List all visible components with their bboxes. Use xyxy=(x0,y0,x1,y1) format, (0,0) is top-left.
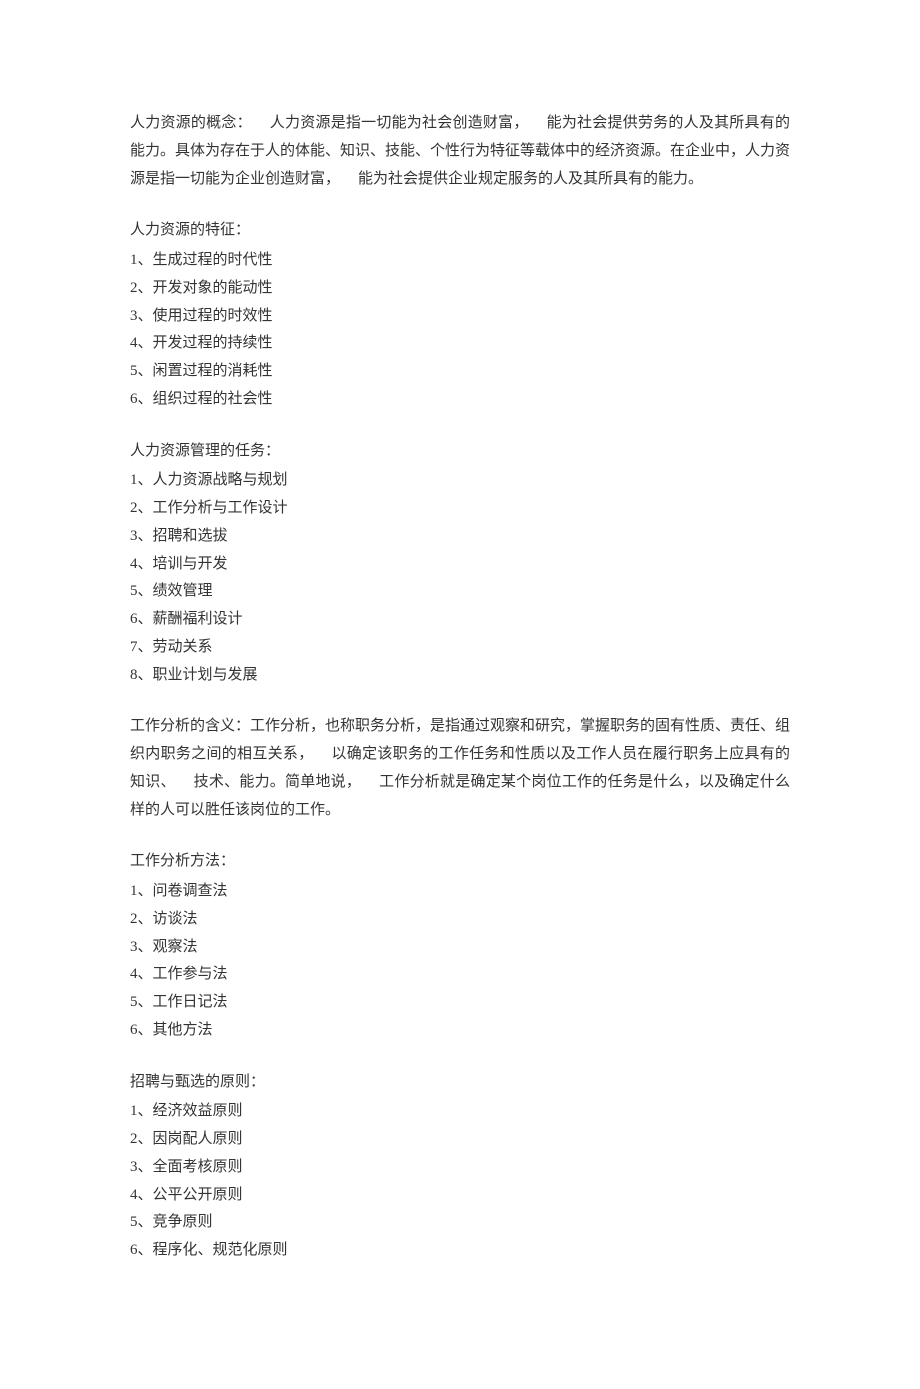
paragraph: 人力资源的概念：人力资源是指一切能为社会创造财富，能为社会提供劳务的人及其所具有… xyxy=(130,110,790,193)
list-item: 4、工作参与法 xyxy=(130,961,790,989)
text-run: 技术、能力。简单地说， xyxy=(194,774,361,790)
list-item: 3、招聘和选拔 xyxy=(130,523,790,551)
list-item: 8、职业计划与发展 xyxy=(130,662,790,690)
list-item: 7、劳动关系 xyxy=(130,634,790,662)
list-item: 5、工作日记法 xyxy=(130,989,790,1017)
list-item: 4、公平公开原则 xyxy=(130,1182,790,1210)
list-item: 2、因岗配人原则 xyxy=(130,1126,790,1154)
section: 人力资源管理的任务：1、人力资源战略与规划2、工作分析与工作设计3、招聘和选拔4… xyxy=(130,438,790,690)
list-item: 5、竞争原则 xyxy=(130,1209,790,1237)
list-item: 6、薪酬福利设计 xyxy=(130,606,790,634)
list-item: 3、使用过程的时效性 xyxy=(130,303,790,331)
list-item: 6、组织过程的社会性 xyxy=(130,386,790,414)
section: 工作分析方法：1、问卷调查法2、访谈法3、观察法4、工作参与法5、工作日记法6、… xyxy=(130,848,790,1044)
list-item: 1、经济效益原则 xyxy=(130,1098,790,1126)
text-run: 人力资源的概念： xyxy=(130,115,252,131)
section: 人力资源的概念：人力资源是指一切能为社会创造财富，能为社会提供劳务的人及其所具有… xyxy=(130,110,790,193)
section: 招聘与甄选的原则：1、经济效益原则2、因岗配人原则3、全面考核原则4、公平公开原… xyxy=(130,1069,790,1265)
list-item: 2、访谈法 xyxy=(130,906,790,934)
list-item: 1、问卷调查法 xyxy=(130,878,790,906)
text-run: 人力资源是指一切能为社会创造财富， xyxy=(270,115,529,131)
list-item: 6、程序化、规范化原则 xyxy=(130,1237,790,1265)
list-item: 3、观察法 xyxy=(130,934,790,962)
list-item: 5、闲置过程的消耗性 xyxy=(130,358,790,386)
list-item: 6、其他方法 xyxy=(130,1017,790,1045)
section: 工作分析的含义：工作分析，也称职务分析，是指通过观察和研究，掌握职务的固有性质、… xyxy=(130,713,790,824)
list-item: 3、全面考核原则 xyxy=(130,1154,790,1182)
list-heading: 招聘与甄选的原则： xyxy=(130,1069,790,1097)
list-item: 4、开发过程的持续性 xyxy=(130,330,790,358)
section: 人力资源的特征：1、生成过程的时代性2、开发对象的能动性3、使用过程的时效性4、… xyxy=(130,217,790,413)
list-heading: 人力资源管理的任务： xyxy=(130,438,790,466)
list-heading: 人力资源的特征： xyxy=(130,217,790,245)
list-item: 2、工作分析与工作设计 xyxy=(130,495,790,523)
document-body: 人力资源的概念：人力资源是指一切能为社会创造财富，能为社会提供劳务的人及其所具有… xyxy=(130,110,790,1265)
list-item: 1、人力资源战略与规划 xyxy=(130,467,790,495)
text-run: 能为社会提供企业规定服务的人及其所具有的能力。 xyxy=(358,171,703,187)
list-item: 5、绩效管理 xyxy=(130,578,790,606)
list-heading: 工作分析方法： xyxy=(130,848,790,876)
list-item: 4、培训与开发 xyxy=(130,551,790,579)
list-item: 1、生成过程的时代性 xyxy=(130,247,790,275)
list-item: 2、开发对象的能动性 xyxy=(130,275,790,303)
paragraph: 工作分析的含义：工作分析，也称职务分析，是指通过观察和研究，掌握职务的固有性质、… xyxy=(130,713,790,824)
